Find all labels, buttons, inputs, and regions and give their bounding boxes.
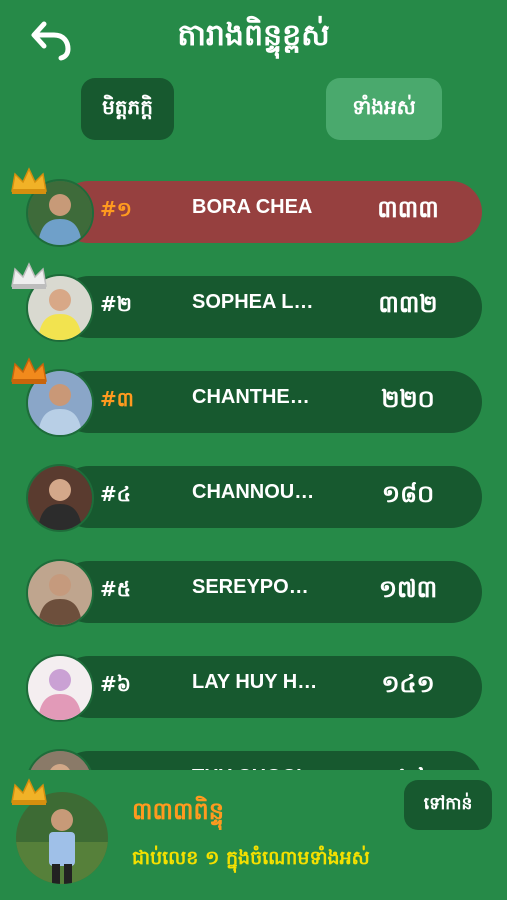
rank-label: #៦ — [100, 672, 131, 696]
leaderboard-row[interactable]: #៦ LAY HUY H… ១៤១ — [0, 640, 507, 735]
rank-label: #៣ — [100, 387, 134, 411]
leaderboard-list[interactable]: #១ BORA CHEA ៣៣៣ #២ SOPHEA L… ៣៣២ #៣ CHA… — [0, 165, 507, 777]
leaderboard-row[interactable]: #៥ SEREYPO… ១៧៣ — [0, 545, 507, 640]
leaderboard-row[interactable]: #១ BORA CHEA ៣៣៣ — [0, 165, 507, 260]
player-score: ២២០ — [381, 385, 435, 413]
player-score: ១៨០ — [381, 480, 435, 508]
avatar — [26, 654, 94, 722]
player-name: SOPHEA L… — [192, 291, 314, 313]
player-name: LAY HUY H… — [192, 671, 318, 693]
player-score: ១៧៣ — [378, 575, 438, 603]
leaderboard-row[interactable]: #៤ CHANNOU… ១៨០ — [0, 450, 507, 545]
crown-icon — [11, 167, 47, 194]
crown-icon — [11, 262, 47, 289]
crown-icon — [11, 357, 47, 384]
player-name: BORA CHEA — [192, 196, 313, 218]
crown-icon — [11, 778, 47, 805]
go-to-my-rank-button[interactable]: ទៅកាន់ — [404, 780, 492, 830]
player-name: CHANNOU… — [192, 481, 315, 503]
my-points: ៣៣៣ពិន្ទុ — [132, 797, 224, 825]
my-rank-panel: ៣៣៣ពិន្ទុ ជាប់លេខ ១ ក្នុងចំណោមទាំងអស់ ទៅ… — [0, 770, 507, 900]
player-score: ១៤១ — [381, 670, 435, 698]
rank-label: #១ — [100, 197, 132, 221]
player-name: CHANTHE… — [192, 386, 310, 408]
leaderboard-row[interactable]: #២ SOPHEA L… ៣៣២ — [0, 260, 507, 355]
page-title: តារាងពិន្ទុខ្ពស់ — [177, 18, 330, 53]
leaderboard-row[interactable]: #៣ CHANTHE… ២២០ — [0, 355, 507, 450]
header: តារាងពិន្ទុខ្ពស់ — [0, 0, 507, 78]
player-score: ៣៣៣ — [377, 195, 439, 223]
all-filter-button[interactable]: ទាំងអស់ — [326, 78, 442, 140]
my-rank-text: ជាប់លេខ ១ ក្នុងចំណោមទាំងអស់ — [132, 847, 370, 869]
rank-label: #៥ — [100, 577, 131, 601]
rank-label: #២ — [100, 292, 132, 316]
player-name: SEREYPO… — [192, 576, 309, 598]
avatar — [26, 464, 94, 532]
avatar — [26, 559, 94, 627]
player-score: ៣៣២ — [378, 290, 438, 318]
rank-label: #៤ — [100, 482, 131, 506]
friends-filter-button[interactable]: មិត្តភក្តិ — [81, 78, 174, 140]
